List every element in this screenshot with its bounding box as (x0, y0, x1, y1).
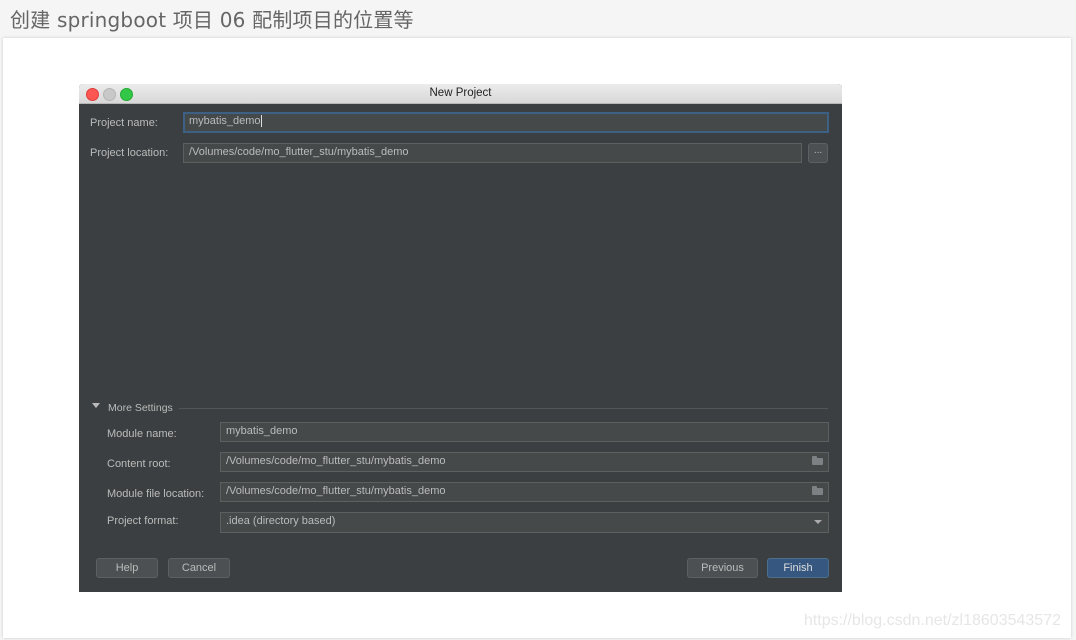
module-file-location-label: Module file location: (107, 488, 205, 500)
content-root-label: Content root: (107, 458, 171, 470)
more-settings-toggle[interactable]: More Settings (108, 402, 173, 414)
module-file-location-value: /Volumes/code/mo_flutter_stu/mybatis_dem… (226, 485, 446, 497)
content-root-value: /Volumes/code/mo_flutter_stu/mybatis_dem… (226, 455, 446, 467)
project-format-value: .idea (directory based) (226, 515, 336, 527)
project-name-label: Project name: (90, 117, 158, 129)
previous-button[interactable]: Previous (687, 558, 758, 578)
page-title: 创建 springboot 项目 06 配制项目的位置等 (10, 8, 414, 32)
project-location-label: Project location: (90, 147, 169, 159)
title-bar[interactable]: New Project (79, 84, 842, 104)
finish-button[interactable]: Finish (767, 558, 829, 578)
project-location-input[interactable]: /Volumes/code/mo_flutter_stu/mybatis_dem… (183, 143, 802, 163)
folder-icon[interactable] (812, 456, 823, 465)
project-name-value: mybatis_demo (189, 115, 261, 127)
collapse-triangle-icon[interactable] (92, 403, 100, 408)
new-project-dialog: New Project Project name: mybatis_demo P… (79, 84, 842, 592)
text-cursor (260, 115, 262, 128)
content-root-input[interactable]: /Volumes/code/mo_flutter_stu/mybatis_dem… (220, 452, 829, 472)
module-name-label: Module name: (107, 428, 177, 440)
cancel-button[interactable]: Cancel (168, 558, 230, 578)
module-name-input[interactable]: mybatis_demo (220, 422, 829, 442)
module-file-location-input[interactable]: /Volumes/code/mo_flutter_stu/mybatis_dem… (220, 482, 829, 502)
project-format-label: Project format: (107, 515, 179, 527)
watermark: https://blog.csdn.net/zl18603543572 (803, 612, 1061, 629)
help-button[interactable]: Help (96, 558, 158, 578)
section-divider (179, 408, 828, 409)
browse-location-button[interactable]: ... (808, 143, 828, 163)
chevron-down-icon (814, 520, 822, 524)
folder-icon[interactable] (812, 486, 823, 495)
project-name-input[interactable]: mybatis_demo (183, 112, 829, 133)
window-title: New Project (429, 87, 492, 99)
project-format-select[interactable]: .idea (directory based) (220, 512, 829, 533)
